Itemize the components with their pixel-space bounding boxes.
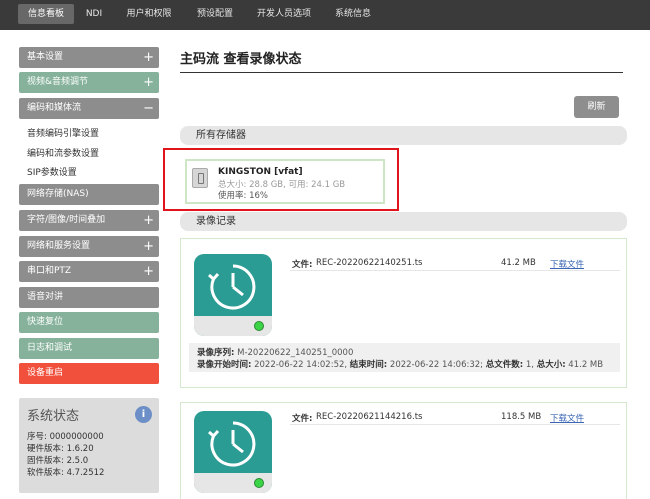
total-size: 41.2 MB [568,360,604,370]
sidebar-item-nas[interactable]: 网络存储(NAS) [19,184,159,205]
sidebar-item-label: 网络和服务设置 [27,241,91,251]
sidebar-item-label: 网络存储(NAS) [27,189,89,199]
tab-developer-options[interactable]: 开发人员选项 [252,4,316,24]
download-link[interactable]: 下载文件 [550,258,584,270]
title-divider [180,72,623,73]
sidebar-item-label: 快速复位 [27,317,64,327]
recording-drive-icon [194,411,272,493]
system-status-title: 系统状态 [27,409,80,424]
download-link[interactable]: 下载文件 [550,412,584,424]
sidebar-item-reboot[interactable]: 设备重启 [19,363,159,384]
tab-users-permissions[interactable]: 用户和权限 [120,4,178,24]
serial-number: 序号: 0000000000 [27,432,104,442]
file-name: REC-20220622140251.ts [316,258,423,268]
storage-section-header: 所有存储器 [180,126,627,145]
plus-icon[interactable]: + [143,261,154,282]
system-status-panel: 系统状态 i 序号: 0000000000 硬件版本: 1.6.20 固件版本:… [19,398,159,493]
subitem-encoding-stream[interactable]: 编码和流参数设置 [27,146,99,159]
highlight-annotation [163,148,399,211]
sidebar-item-serial-ptz[interactable]: 串口和PTZ + [19,261,159,282]
sidebar-item-label: 串口和PTZ [27,266,72,276]
sidebar-item-label: 编码和媒体流 [27,103,82,113]
tab-presets[interactable]: 预设配置 [190,4,240,24]
minus-icon[interactable]: − [143,98,154,119]
records-section-header: 录像记录 [180,212,627,231]
recording-drive-icon [194,254,272,336]
status-led-icon [254,321,264,331]
sidebar-item-intercom[interactable]: 语音对讲 [19,287,159,308]
firmware-version: 固件版本: 2.5.0 [27,456,89,466]
file-row: 文件: REC-20220621144216.ts 118.5 MB 下载文件 [290,410,620,425]
recording-card: 文件: REC-20220621144216.ts 118.5 MB 下载文件 [180,402,627,499]
refresh-button[interactable]: 刷新 [574,96,619,118]
recording-card: 文件: REC-20220622140251.ts 41.2 MB 下载文件 录… [180,238,627,388]
status-led-icon [254,478,264,488]
sidebar-item-label: 视频&音频调节 [27,77,89,87]
sidebar-item-network-services[interactable]: 网络和服务设置 + [19,236,159,257]
tab-dashboard[interactable]: 信息看板 [18,4,74,24]
clock-history-icon [208,264,256,310]
sidebar-item-basic-settings[interactable]: 基本设置 + [19,47,159,68]
software-version: 软件版本: 4.7.2512 [27,468,105,478]
plus-icon[interactable]: + [143,236,154,257]
sidebar-item-label: 日志和调试 [27,343,73,353]
sidebar-item-encoding-media[interactable]: 编码和媒体流 − [19,98,159,119]
plus-icon[interactable]: + [143,72,154,93]
subitem-audio-encoder[interactable]: 音频编码引擎设置 [27,126,99,139]
end-time: 2022-06-22 14:06:32; [389,360,484,370]
sidebar-item-label: 字符/图像/时间叠加 [27,215,106,225]
sidebar-item-video-audio[interactable]: 视频&音频调节 + [19,72,159,93]
info-icon[interactable]: i [135,406,152,423]
clock-history-icon [208,421,256,467]
file-size: 118.5 MB [501,412,542,422]
plus-icon[interactable]: + [143,47,154,68]
tab-ndi[interactable]: NDI [80,4,108,24]
sidebar-item-quick-reset[interactable]: 快速复位 [19,312,159,333]
recording-meta: 录像序列: M-20220622_140251_0000 录像开始时间: 202… [189,343,620,372]
subitem-sip[interactable]: SIP参数设置 [27,165,77,178]
recording-sequence: M-20220622_140251_0000 [237,348,354,358]
sidebar-item-label: 语音对讲 [27,292,64,302]
file-name: REC-20220621144216.ts [316,412,423,422]
page-title: 主码流 查看录像状态 [180,52,302,67]
sidebar-item-logs-debug[interactable]: 日志和调试 [19,338,159,359]
file-count: 1, [525,360,534,370]
top-navigation: 信息看板 NDI 用户和权限 预设配置 开发人员选项 系统信息 [0,0,650,30]
sidebar-item-label: 基本设置 [27,52,64,62]
sidebar-item-overlay[interactable]: 字符/图像/时间叠加 + [19,210,159,231]
start-time: 2022-06-22 14:02:52, [254,360,348,370]
sidebar-item-label: 设备重启 [27,368,64,378]
hardware-version: 硬件版本: 1.6.20 [27,444,94,454]
plus-icon[interactable]: + [143,210,154,231]
file-row: 文件: REC-20220622140251.ts 41.2 MB 下载文件 [290,256,620,271]
file-size: 41.2 MB [501,258,536,268]
tab-system-info[interactable]: 系统信息 [330,4,376,24]
